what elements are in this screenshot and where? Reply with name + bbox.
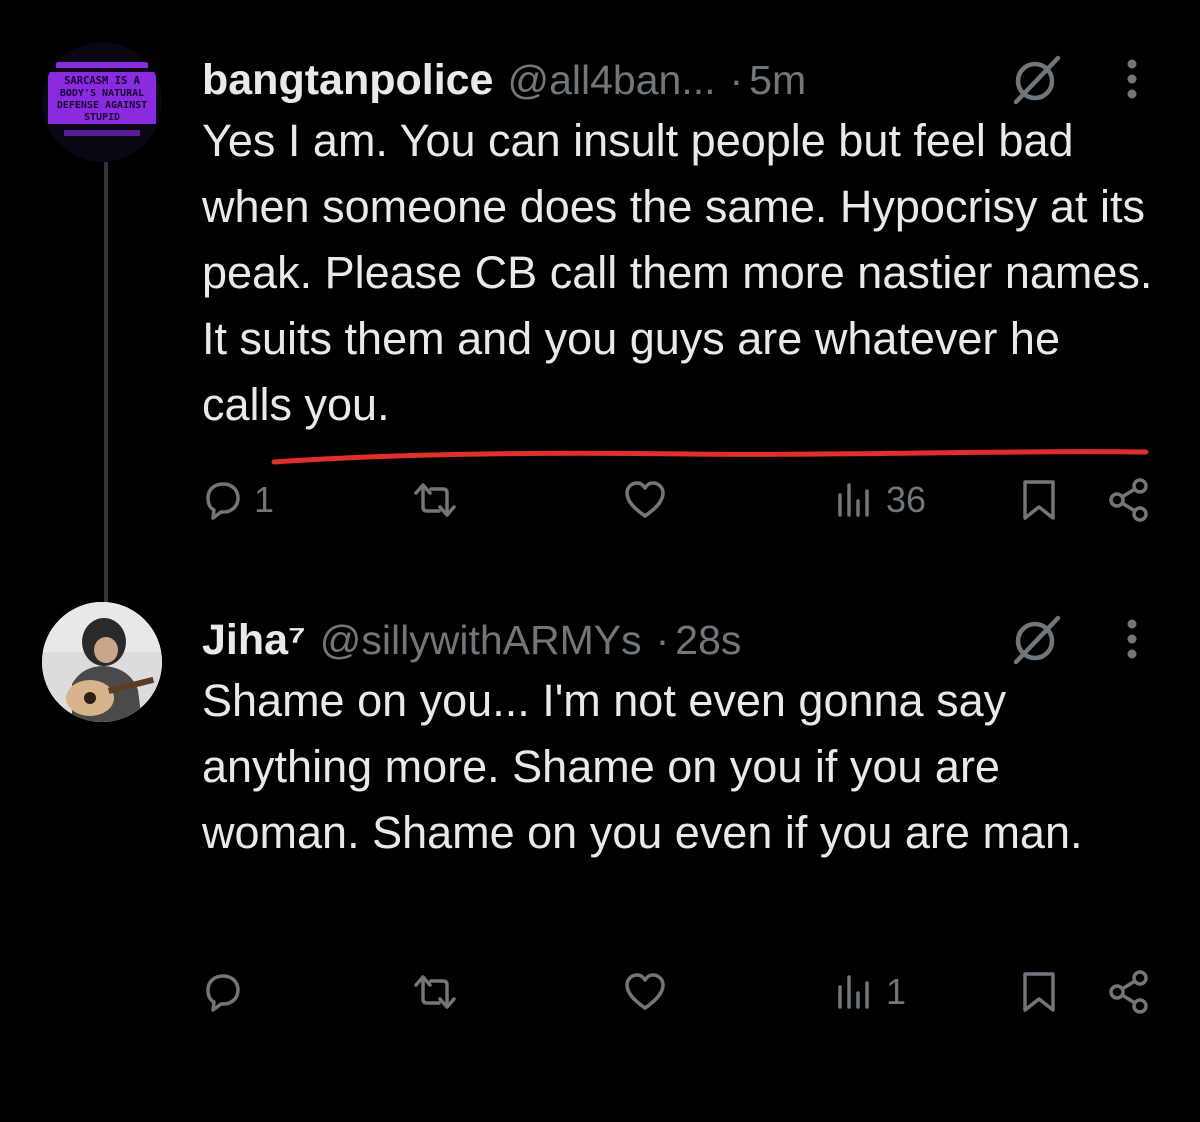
tweet-text: Shame on you... I'm not even gonna say a… [202, 675, 1083, 858]
tweet-text: Yes I am. You can insult people but feel… [202, 115, 1153, 430]
retweet-icon [414, 483, 456, 517]
red-underline-annotation [271, 449, 1149, 465]
views-count: 1 [886, 971, 907, 1012]
avatar-line-2: BODY'S NATURAL [60, 88, 144, 99]
share-icon [1109, 970, 1148, 1014]
reply-button[interactable]: 1 [200, 470, 274, 530]
separator-dot: · [655, 616, 670, 663]
share-button[interactable] [1106, 962, 1152, 1022]
bookmark-button[interactable] [1016, 962, 1062, 1022]
views-icon [838, 483, 869, 517]
display-name[interactable]: Jiha⁷ [202, 616, 306, 665]
action-bar: 1 [0, 470, 1200, 530]
avatar-sarcasm-image: SARCASM IS A BODY'S NATURAL DEFENSE AGAI… [42, 42, 162, 162]
bookmark-button[interactable] [1016, 470, 1062, 530]
tweet-jiha[interactable]: Jiha⁷ @sillywithARMYs · 28s Shame on you… [0, 590, 1200, 1040]
handle[interactable]: @sillywithARMYs [320, 617, 642, 664]
more-icon[interactable] [1112, 52, 1152, 106]
avatar-guitar-photo [42, 602, 162, 722]
reply-count: 1 [254, 479, 275, 520]
avatar[interactable]: SARCASM IS A BODY'S NATURAL DEFENSE AGAI… [42, 42, 162, 162]
avatar-line-1: SARCASM IS A [64, 75, 141, 87]
more-icon[interactable] [1112, 612, 1152, 666]
handle[interactable]: @all4ban... [507, 57, 715, 104]
like-icon [625, 481, 665, 518]
timestamp[interactable]: 28s [675, 617, 741, 664]
grok-icon[interactable] [1010, 52, 1064, 106]
retweet-button[interactable] [412, 962, 458, 1022]
thread-view: SARCASM IS A BODY'S NATURAL DEFENSE AGAI… [0, 0, 1200, 1122]
avatar[interactable] [42, 602, 162, 722]
tweet-header: Jiha⁷ @sillywithARMYs · 28s [202, 610, 741, 670]
display-name[interactable]: bangtanpolice [202, 56, 493, 105]
bookmark-icon [1023, 972, 1055, 1012]
tweet-bangtanpolice[interactable]: SARCASM IS A BODY'S NATURAL DEFENSE AGAI… [0, 30, 1200, 550]
separator-dot: · [729, 56, 744, 103]
avatar-line-4: STUPID [84, 112, 120, 123]
views-button[interactable]: 36 [832, 470, 926, 530]
retweet-icon [414, 975, 456, 1009]
avatar-line-3: DEFENSE AGAINST [57, 100, 147, 111]
reply-icon [206, 482, 240, 520]
grok-icon[interactable] [1010, 612, 1064, 666]
action-bar: 1 [0, 962, 1200, 1022]
like-button[interactable] [622, 470, 668, 530]
timestamp[interactable]: 5m [749, 57, 806, 104]
views-count: 36 [886, 479, 927, 520]
share-button[interactable] [1106, 470, 1152, 530]
reply-icon [206, 974, 240, 1012]
like-button[interactable] [622, 962, 668, 1022]
bookmark-icon [1023, 480, 1055, 520]
reply-button[interactable] [200, 962, 254, 1022]
share-icon [1109, 478, 1148, 522]
retweet-button[interactable] [412, 470, 458, 530]
views-icon [838, 975, 869, 1009]
like-icon [625, 973, 665, 1010]
tweet-header: bangtanpolice @all4ban... · 5m [202, 50, 806, 110]
views-button[interactable]: 1 [832, 962, 906, 1022]
